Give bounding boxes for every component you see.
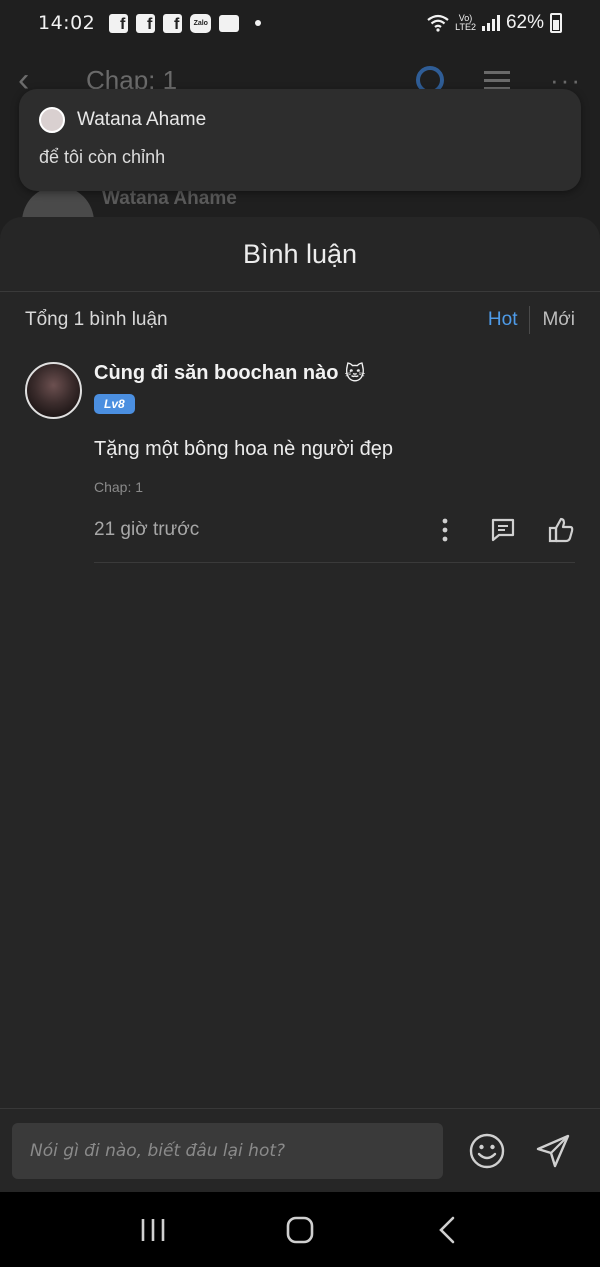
- comment-item: Cùng đi săn boochan nào 🐱 Lv8 Tặng một b…: [0, 347, 600, 563]
- like-thumbs-up-icon[interactable]: [547, 516, 575, 544]
- reply-comment-icon[interactable]: [489, 516, 517, 544]
- sort-new-tab[interactable]: Mới: [530, 309, 575, 331]
- level-badge: Lv8: [94, 394, 135, 414]
- status-bar: 14:02 f f f Zalo Vo) LTE2 62%: [0, 0, 600, 46]
- home-icon[interactable]: [270, 1210, 330, 1250]
- facebook-icon: f: [163, 13, 183, 33]
- wifi-icon: [427, 14, 449, 32]
- notification-message: để tôi còn chỉnh: [39, 147, 166, 167]
- chapter-list-icon[interactable]: [484, 70, 511, 90]
- notification-icons: f f f Zalo: [109, 13, 262, 33]
- send-icon[interactable]: [534, 1132, 572, 1170]
- comment-footer: 21 giờ trước: [94, 509, 575, 563]
- recent-apps-icon[interactable]: [123, 1210, 183, 1250]
- facebook-icon: f: [136, 13, 156, 33]
- comment-time: 21 giờ trước: [94, 518, 200, 540]
- comments-summary-bar: Tổng 1 bình luận Hot Mới: [0, 292, 600, 347]
- system-nav-bar: [0, 1192, 600, 1267]
- battery-icon: [550, 13, 562, 33]
- back-icon[interactable]: [417, 1210, 477, 1250]
- volte-indicator: Vo) LTE2: [455, 13, 476, 32]
- comment-input[interactable]: [30, 1140, 425, 1161]
- message-notification[interactable]: Watana Ahame để tôi còn chỉnh: [19, 89, 581, 191]
- comments-sheet: Bình luận Tổng 1 bình luận Hot Mới Cùng …: [0, 217, 600, 1192]
- sort-toggle: Hot Mới: [488, 305, 575, 334]
- facebook-icon: f: [109, 13, 129, 33]
- zalo-icon: Zalo: [190, 13, 212, 33]
- comment-text: Tặng một bông hoa nè người đẹp: [94, 438, 393, 460]
- avatar: [39, 107, 65, 133]
- notification-sender: Watana Ahame: [77, 109, 207, 130]
- background-user-name: Watana Ahame: [102, 188, 237, 209]
- commenter-name[interactable]: Cùng đi săn boochan nào: [94, 362, 338, 385]
- comment-chapter: Chap: 1: [94, 479, 144, 495]
- comment-input-container: [12, 1122, 443, 1179]
- more-notifications-dot-icon: [255, 20, 262, 26]
- message-icon: [219, 14, 240, 32]
- status-time: 14:02: [38, 12, 96, 34]
- commenter-avatar[interactable]: [25, 362, 82, 419]
- emoji-smiley-icon[interactable]: [468, 1132, 506, 1170]
- sort-hot-tab[interactable]: Hot: [488, 309, 530, 331]
- sheet-title: Bình luận: [0, 217, 600, 292]
- signal-icon: [481, 15, 500, 31]
- more-vertical-icon[interactable]: [431, 516, 459, 544]
- comment-input-bar: [0, 1108, 600, 1192]
- cat-emoji-icon: 🐱: [344, 363, 366, 385]
- battery-percent: 62%: [505, 12, 544, 33]
- commenter-name-row: Cùng đi săn boochan nào 🐱: [94, 361, 575, 386]
- total-comments-label: Tổng 1 bình luận: [25, 308, 168, 330]
